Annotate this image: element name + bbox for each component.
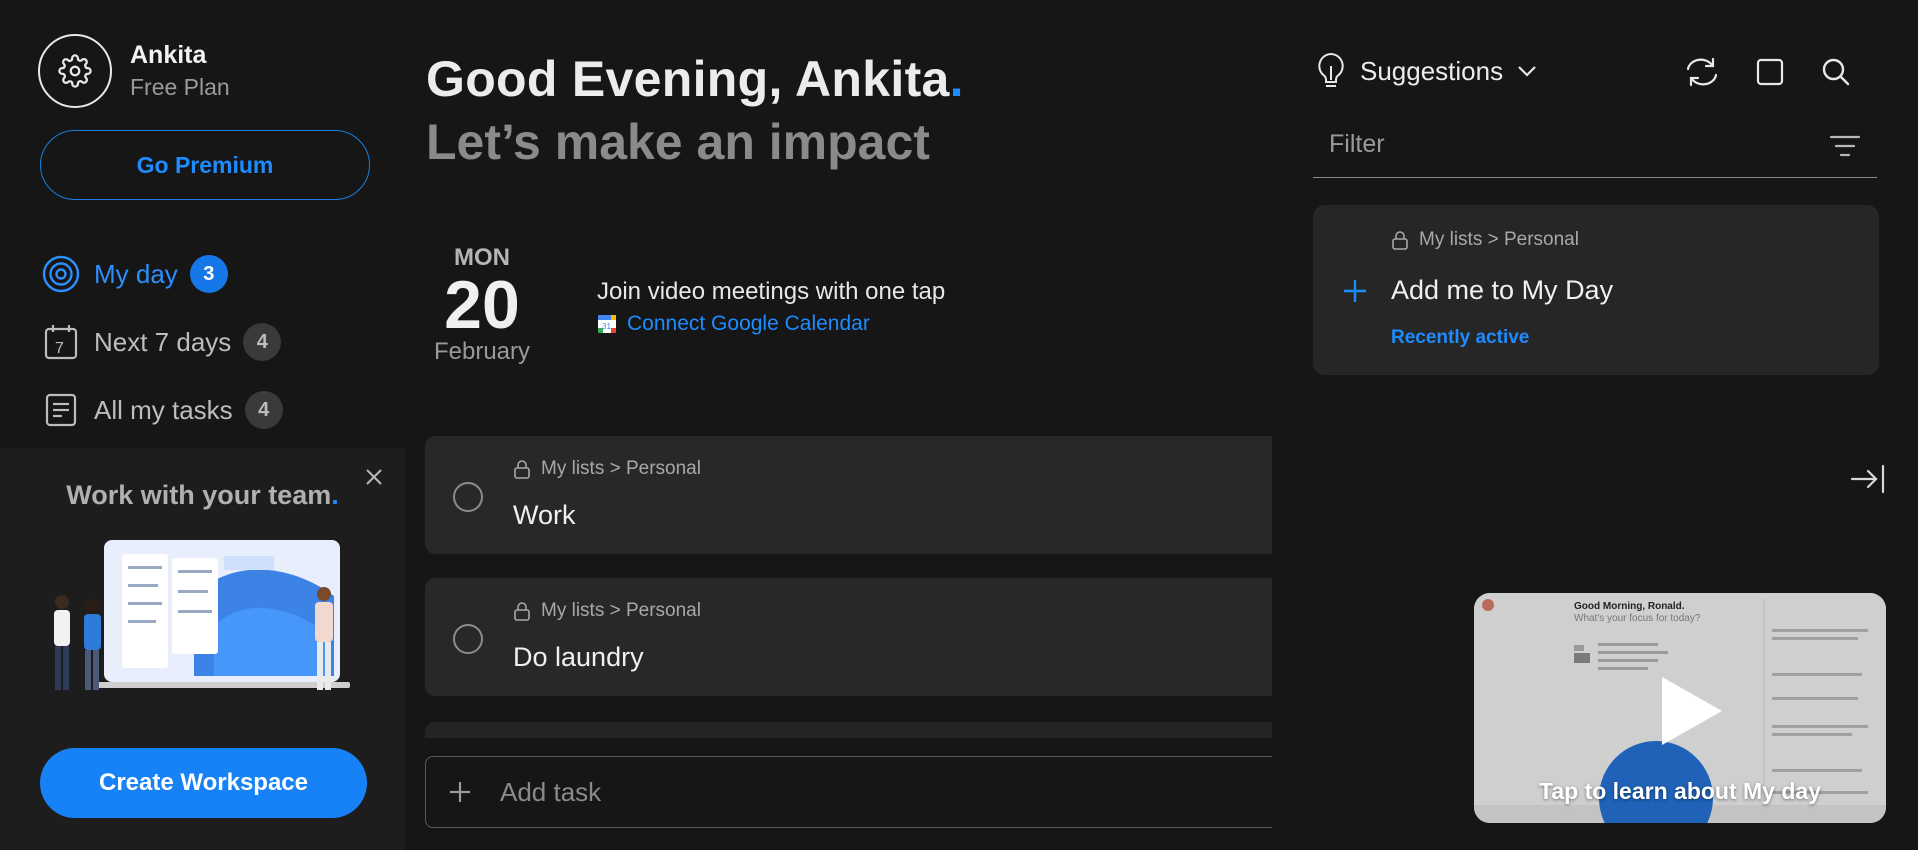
team-promo-panel: Work with your team. Create Workspace <box>0 448 405 850</box>
lock-icon <box>1392 231 1408 250</box>
suggestions-dropdown[interactable]: Suggestions <box>1316 52 1537 90</box>
task-list-path: My lists > Personal <box>513 600 701 622</box>
count-badge: 4 <box>244 391 283 429</box>
lock-icon <box>514 460 530 479</box>
suggestion-card[interactable]: My lists > Personal Add me to My Day Rec… <box>1313 205 1879 375</box>
sidebar: Ankita Free Plan Go Premium My day 3 7 N… <box>0 0 405 850</box>
video-preview-subtitle: What's your focus for today? <box>1574 613 1701 624</box>
filter-input[interactable] <box>1329 130 1809 159</box>
count-badge: 4 <box>243 323 282 361</box>
meeting-promo-title: Join video meetings with one tap <box>597 278 946 305</box>
square-icon <box>1756 58 1784 86</box>
add-task-field[interactable] <box>425 756 1272 828</box>
task-item[interactable]: My lists > Personal Do laundry <box>425 578 1272 696</box>
sidebar-item-label: Next 7 days <box>94 326 232 357</box>
sidebar-item-label: My day <box>94 258 178 289</box>
suggestion-meta: Recently active <box>1391 327 1530 348</box>
task-item[interactable]: My lists > Personal Work <box>425 436 1272 554</box>
suggestions-label: Suggestions <box>1360 55 1504 86</box>
sidebar-item-all-my-tasks[interactable]: All my tasks 4 <box>42 376 283 444</box>
settings-avatar[interactable] <box>38 34 112 108</box>
filter-icon[interactable] <box>1829 132 1861 160</box>
svg-text:7: 7 <box>55 340 64 357</box>
date-day: 20 <box>444 267 520 343</box>
task-title: Do laundry <box>513 642 644 672</box>
connect-google-calendar-label: Connect Google Calendar <box>627 312 870 335</box>
task-list-path: My lists > Personal <box>513 458 701 480</box>
create-workspace-button[interactable]: Create Workspace <box>40 748 367 818</box>
sidebar-nav: My day 3 7 Next 7 days 4 All my tasks 4 <box>42 240 283 444</box>
chevron-down-icon <box>1518 66 1536 77</box>
filter-field <box>1313 120 1877 178</box>
suggestion-list-path: My lists > Personal <box>1391 229 1579 251</box>
greeting-title: Good Evening, Ankita. <box>426 51 964 107</box>
lock-icon <box>514 602 530 621</box>
play-icon[interactable] <box>1650 673 1726 749</box>
video-preview-title: Good Morning, Ronald. <box>1574 601 1685 612</box>
team-illustration <box>54 540 350 690</box>
main-content: Good Evening, Ankita. Let’s make an impa… <box>405 0 1272 850</box>
date-month: February <box>433 338 531 365</box>
connect-google-calendar-link[interactable]: 31 Connect Google Calendar <box>597 312 945 336</box>
team-promo-title: Work with your team. <box>66 480 339 510</box>
my-day-tutorial-video[interactable]: Good Morning, Ronald. What's your focus … <box>1474 593 1886 823</box>
go-premium-button[interactable]: Go Premium <box>40 130 370 200</box>
date-block: MON 20 February <box>427 244 537 366</box>
calendar-7-icon: 7 <box>42 323 80 361</box>
refresh-button[interactable] <box>1684 54 1720 90</box>
greeting-subtitle: Let’s make an impact <box>426 114 930 170</box>
search-button[interactable] <box>1818 54 1854 90</box>
video-caption: Tap to learn about My day <box>1539 778 1821 804</box>
collapse-panel-icon[interactable] <box>1850 462 1886 496</box>
list-icon <box>42 391 80 429</box>
add-to-my-day-plus-icon[interactable] <box>1341 277 1369 305</box>
sidebar-item-next-7-days[interactable]: 7 Next 7 days 4 <box>42 308 283 376</box>
profile-name: Ankita <box>130 41 207 69</box>
calendar-connect-promo: Join video meetings with one tap 31 Conn… <box>597 278 945 336</box>
add-task-input[interactable] <box>500 776 1100 808</box>
lightbulb-icon <box>1318 52 1344 87</box>
profile[interactable]: Ankita Free Plan <box>38 34 230 108</box>
target-icon <box>42 255 80 293</box>
count-badge: 3 <box>189 255 228 293</box>
search-icon <box>1822 58 1850 86</box>
sidebar-item-label: All my tasks <box>94 394 233 425</box>
plus-icon <box>450 782 470 802</box>
sidebar-item-my-day[interactable]: My day 3 <box>42 240 283 308</box>
google-calendar-icon: 31 <box>598 315 616 333</box>
gear-icon <box>58 54 92 88</box>
task-title: Work <box>513 500 576 530</box>
svg-text:31: 31 <box>602 322 611 331</box>
suggestion-title: Add me to My Day <box>1391 275 1614 305</box>
task-item-partial <box>425 722 1272 738</box>
suggestions-panel: Suggestions My lists > Personal <box>1272 0 1918 850</box>
refresh-icon <box>1686 57 1718 87</box>
task-checkbox[interactable] <box>453 482 483 512</box>
expand-button[interactable] <box>1752 54 1788 90</box>
task-checkbox[interactable] <box>453 624 483 654</box>
profile-plan: Free Plan <box>130 74 230 100</box>
